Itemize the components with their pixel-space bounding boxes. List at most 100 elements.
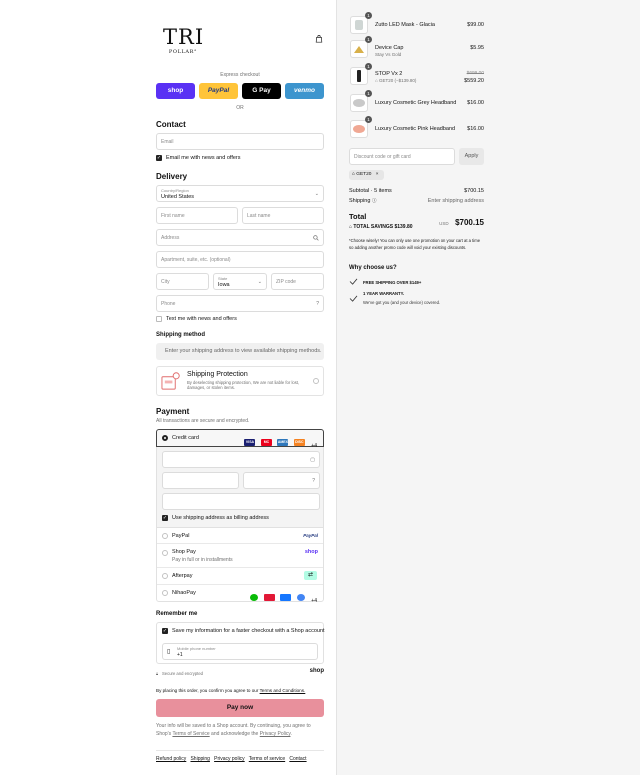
security-code-field[interactable]: ?: [243, 472, 320, 489]
payment-methods-list: PayPal PayPal Shop Pay Pay in full or in…: [156, 527, 324, 604]
name-on-card-field[interactable]: [162, 493, 320, 510]
tag-icon: ⌂: [352, 172, 355, 177]
email-field[interactable]: Email: [156, 133, 324, 150]
google-pay-express-button[interactable]: G Pay: [242, 83, 281, 99]
afterpay-option[interactable]: Afterpay ⇄: [157, 568, 323, 585]
footer-divider: [156, 750, 324, 751]
product-thumbnail-device-cap: [350, 40, 368, 58]
currency-code: USD: [439, 221, 449, 226]
help-icon[interactable]: ?: [316, 301, 319, 307]
help-icon[interactable]: ?: [312, 478, 315, 484]
last-name-field[interactable]: Last name: [242, 207, 324, 224]
billing-same-checkbox[interactable]: ✓: [162, 515, 168, 521]
card-number-field[interactable]: ▢: [162, 451, 320, 468]
discount-code-field[interactable]: Discount code or gift card: [349, 148, 455, 165]
terms-and-conditions-link[interactable]: Terms and Conditions.: [260, 688, 306, 693]
email-newsletter-checkbox[interactable]: ✓: [156, 155, 162, 161]
state-select[interactable]: State Iowa ⌄: [213, 273, 267, 290]
paypal-express-button[interactable]: PayPal: [199, 83, 238, 99]
secure-label: Secure and encrypted: [162, 671, 203, 676]
shipping-method-heading: Shipping method: [156, 332, 205, 338]
country-select[interactable]: Country/Region United States ⌄: [156, 185, 324, 202]
phone-placeholder: Phone: [161, 301, 176, 307]
save-info-checkbox[interactable]: ✓: [162, 628, 168, 634]
stop-vx-image: [357, 70, 361, 82]
shop-pay-express-button[interactable]: shop: [156, 83, 195, 99]
express-checkout-title: Express checkout: [220, 72, 260, 78]
paypal-radio[interactable]: [162, 533, 168, 539]
nihaopay-radio[interactable]: [162, 590, 168, 596]
led-mask-image: [355, 20, 363, 30]
help-icon[interactable]: ⓘ: [372, 198, 377, 203]
subtotal-label: Subtotal · 5 items: [349, 188, 392, 194]
credit-card-radio[interactable]: [162, 435, 168, 441]
paypal-icon: PayPal: [303, 533, 318, 538]
privacy-policy-link[interactable]: Privacy Policy: [260, 731, 291, 737]
apply-button[interactable]: Apply: [459, 148, 484, 165]
shop-account-notice-line-2: Shop's Terms of Service and acknowledge …: [156, 730, 332, 738]
expiration-field[interactable]: [162, 472, 239, 489]
order-summary-panel: [336, 0, 640, 775]
brand-name: TRI: [163, 25, 205, 49]
shop-pay-radio[interactable]: [162, 550, 168, 556]
shop-account-notice: Your info will be saved to a Shop accoun…: [156, 722, 332, 738]
zip-field[interactable]: ZIP code: [271, 273, 324, 290]
item-price: $16.00: [467, 126, 484, 132]
apartment-field[interactable]: Apartment, suite, etc. (optional): [156, 251, 324, 268]
pay-now-button[interactable]: Pay now: [156, 699, 324, 717]
footer-shipping-link[interactable]: Shipping: [190, 756, 209, 762]
shopping-bag-icon[interactable]: [315, 35, 323, 43]
benefit-text: We've got you (and your device) covered.: [363, 300, 441, 305]
credit-card-label: Credit card: [172, 435, 199, 441]
shop-pay-option[interactable]: Shop Pay Pay in full or in installments …: [157, 544, 323, 568]
product-thumbnail-stop-vx: [350, 67, 368, 85]
discount-code-placeholder: Discount code or gift card: [354, 154, 411, 160]
city-placeholder: City: [161, 279, 170, 285]
item-variant: Stay Vs Gold: [375, 52, 402, 57]
unionpay-icon: [263, 594, 275, 602]
mobile-phone-value: +1: [177, 652, 183, 658]
benefit-title: 1 YEAR WARRANTY.: [363, 291, 405, 296]
paypal-label: PayPal: [172, 533, 190, 539]
item-quantity-badge: 1: [365, 63, 372, 70]
phone-field[interactable]: Phone ?: [156, 295, 324, 312]
item-quantity-badge: 1: [365, 90, 372, 97]
payment-subtitle: All transactions are secure and encrypte…: [156, 418, 250, 424]
terms-of-service-link[interactable]: Terms of Service: [172, 731, 209, 737]
shipping-protection-toggle[interactable]: [313, 378, 319, 384]
city-field[interactable]: City: [156, 273, 209, 290]
total-label: Total: [349, 212, 367, 221]
nihaopay-option[interactable]: NihaoPay +4: [157, 585, 323, 604]
why-choose-us-heading: Why choose us?: [349, 265, 397, 271]
sms-checkbox[interactable]: [156, 316, 162, 322]
period-text: .: [290, 731, 292, 737]
benefit-title: FREE SHIPPING OVER $149+: [363, 280, 422, 285]
paypal-option[interactable]: PayPal PayPal: [157, 528, 323, 544]
item-name: Device Cap: [375, 45, 404, 51]
footer-contact-link[interactable]: Contact: [289, 756, 306, 762]
remove-discount-icon[interactable]: ×: [376, 172, 379, 177]
shipping-protection-box[interactable]: Shipping Protection By deselecting shipp…: [156, 366, 324, 396]
or-divider: OR: [236, 105, 244, 111]
credit-card-option[interactable]: Credit card VISA MC AMEX DISC +4: [156, 429, 324, 449]
brand-logo[interactable]: TRI POLLAR°: [163, 26, 203, 55]
package-shield-icon: [161, 372, 180, 390]
contact-heading: Contact: [156, 120, 186, 129]
total-value-group: USD $700.15: [439, 212, 484, 230]
country-value: United States: [161, 194, 195, 200]
item-price: $16.00: [467, 100, 484, 106]
afterpay-radio[interactable]: [162, 573, 168, 579]
venmo-express-button[interactable]: venmo: [285, 83, 324, 99]
footer-terms-link[interactable]: Terms of service: [249, 756, 285, 762]
footer-refund-policy-link[interactable]: Refund policy: [156, 756, 186, 762]
device-cap-image: [354, 46, 364, 53]
wechat-pay-icon: [250, 594, 259, 602]
mobile-phone-field[interactable]: ▯ Mobile phone number +1: [162, 643, 318, 660]
first-name-field[interactable]: First name: [156, 207, 238, 224]
address-field[interactable]: Address: [156, 229, 324, 246]
shop-logo: shop: [309, 668, 324, 674]
checkmark-icon: [349, 295, 358, 302]
payment-heading: Payment: [156, 407, 190, 416]
sms-label: Text me with news and offers: [166, 316, 237, 322]
footer-privacy-policy-link[interactable]: Privacy policy: [214, 756, 245, 762]
